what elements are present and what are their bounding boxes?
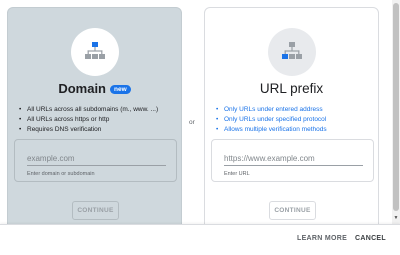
property-type-dialog: Domain new All URLs across all subdomains… [0, 0, 392, 232]
vertical-scrollbar[interactable]: ▼ [392, 0, 400, 224]
scrollbar-thumb[interactable] [393, 3, 399, 211]
domain-input-hint: Enter domain or subdomain [27, 171, 95, 177]
learn-more-button[interactable]: LEARN MORE [297, 235, 347, 242]
domain-input[interactable] [27, 152, 166, 166]
url-prefix-input[interactable] [224, 152, 363, 166]
domain-continue-button[interactable]: CONTINUE [72, 201, 119, 220]
list-item: Only URLs under specified protocol [216, 115, 376, 125]
url-prefix-property-card[interactable]: URL prefix Only URLs under entered addre… [204, 7, 379, 232]
prefix-icon-circle [268, 28, 316, 76]
list-item: Only URLs under entered address [216, 105, 376, 115]
list-item: All URLs across https or http [19, 115, 179, 125]
sitemap-icon [282, 42, 302, 59]
list-item: Allows multiple verification methods [216, 125, 376, 135]
list-item: All URLs across all subdomains (m., www.… [19, 105, 179, 115]
new-badge: new [110, 85, 131, 94]
domain-property-card[interactable]: Domain new All URLs across all subdomains… [7, 7, 182, 232]
prefix-continue-button[interactable]: CONTINUE [269, 201, 316, 220]
domain-title-text: Domain [58, 81, 106, 96]
dialog-footer: LEARN MORE CANCEL [0, 224, 400, 255]
prefix-input-hint: Enter URL [224, 171, 250, 177]
domain-card-title: Domain new [8, 81, 181, 96]
domain-feature-list: All URLs across all subdomains (m., www.… [19, 105, 179, 135]
prefix-feature-list: Only URLs under entered address Only URL… [216, 105, 376, 135]
prefix-card-title: URL prefix [259, 81, 324, 96]
sitemap-icon [85, 42, 105, 59]
domain-icon-circle [71, 28, 119, 76]
domain-input-box: Enter domain or subdomain [14, 139, 177, 182]
cancel-button[interactable]: CANCEL [355, 235, 386, 242]
or-separator: or [189, 119, 195, 126]
list-item: Requires DNS verification [19, 125, 179, 135]
prefix-input-box: Enter URL [211, 139, 374, 182]
scroll-down-icon[interactable]: ▼ [393, 215, 399, 221]
